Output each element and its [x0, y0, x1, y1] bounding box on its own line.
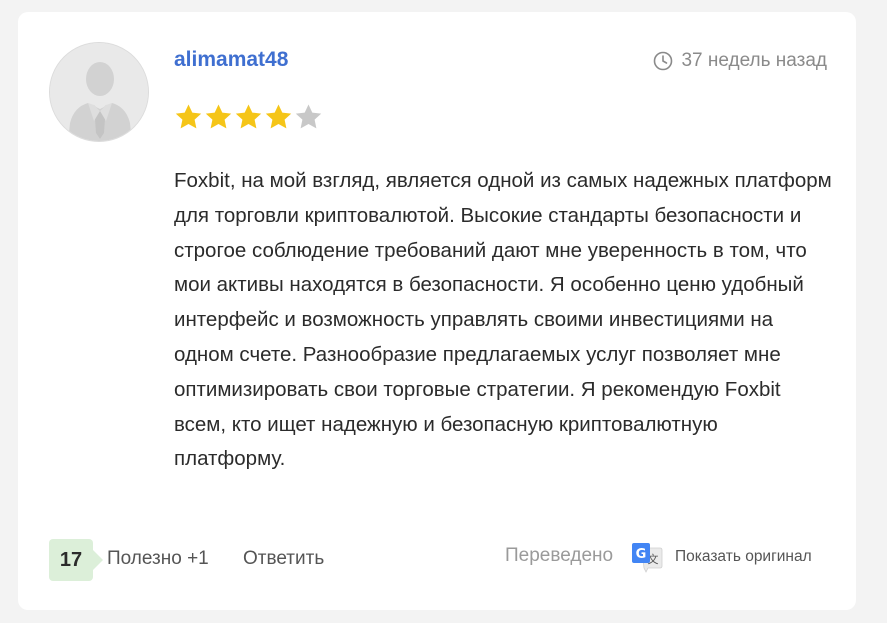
star-empty-icon [294, 103, 323, 131]
star-filled-icon [174, 103, 203, 131]
time-ago-text: 37 недель назад [681, 50, 827, 71]
review-timestamp: 37 недель назад [653, 50, 827, 72]
avatar [49, 42, 149, 142]
star-rating [174, 103, 324, 131]
clock-icon [653, 51, 673, 71]
google-translate-icon: 文 G [631, 541, 663, 573]
star-filled-icon [234, 103, 263, 131]
star-filled-icon [264, 103, 293, 131]
svg-text:G: G [636, 547, 647, 562]
review-footer: 17 Полезно +1 Ответить Переведено 文 G По… [49, 539, 826, 581]
user-silhouette-icon [50, 43, 148, 141]
star-filled-icon [204, 103, 233, 131]
review-text: Foxbit, на мой взгляд, является одной из… [174, 169, 832, 471]
show-original-link[interactable]: Показать оригинал [675, 548, 812, 566]
username-link[interactable]: alimamat48 [174, 48, 288, 72]
review-card: alimamat48 37 недель назад Foxbit, на мо… [18, 12, 856, 610]
translated-label: Переведено [505, 545, 614, 566]
vote-count-badge: 17 [49, 539, 103, 581]
useful-button[interactable]: Полезно +1 [107, 548, 209, 570]
reply-button[interactable]: Ответить [243, 548, 324, 570]
